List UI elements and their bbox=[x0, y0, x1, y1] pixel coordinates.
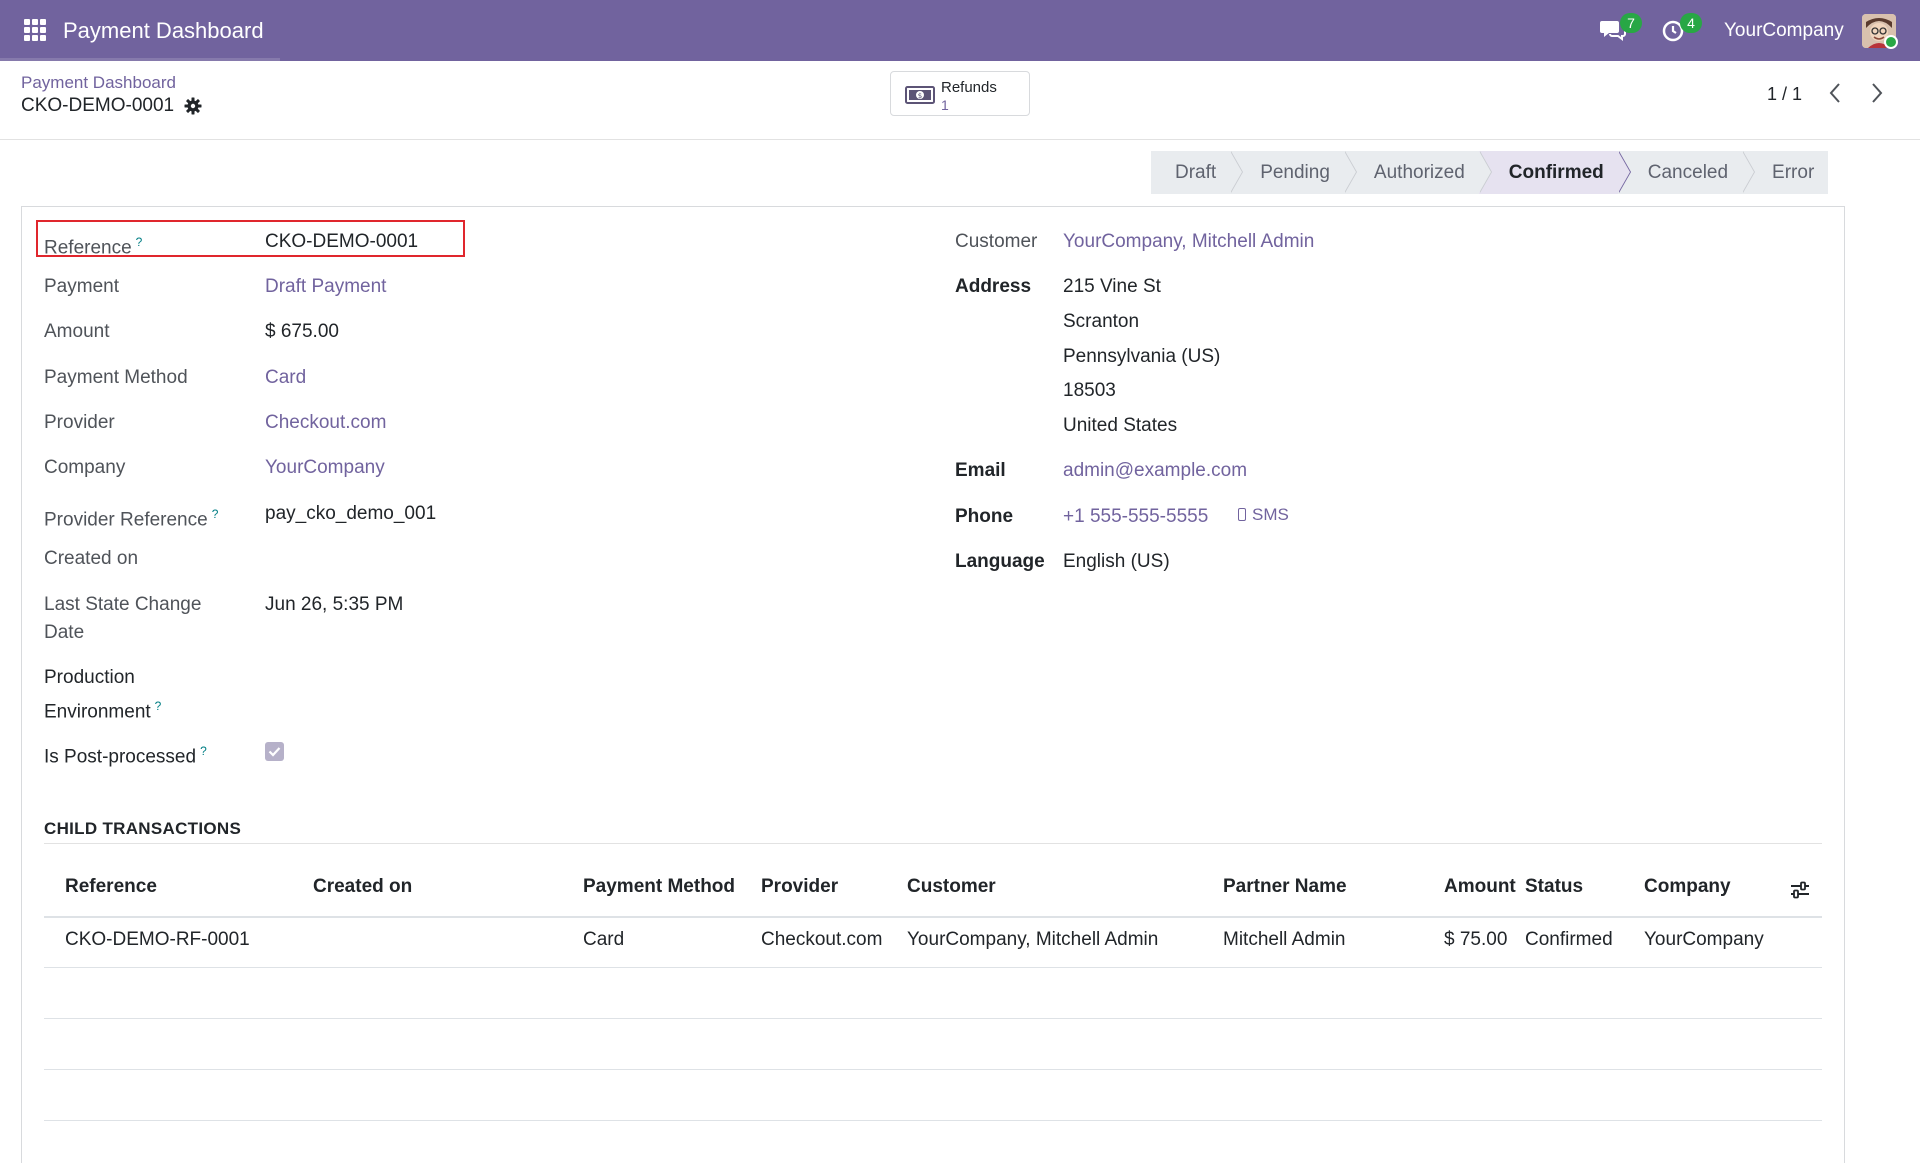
online-status-dot bbox=[1884, 35, 1898, 49]
last-state-change-label: Last State Change Date bbox=[44, 594, 202, 643]
chevron-left-icon[interactable] bbox=[1824, 80, 1846, 106]
created-on-label: Created on bbox=[44, 548, 139, 569]
stage-confirmed[interactable]: Confirmed bbox=[1478, 151, 1631, 194]
column-header-amount[interactable]: Amount bbox=[1444, 876, 1516, 898]
company-switcher[interactable]: YourCompany bbox=[1724, 20, 1844, 42]
payment-method-label: Payment Method bbox=[44, 367, 188, 388]
refunds-count: 1 bbox=[941, 97, 949, 113]
column-header-created-on[interactable]: Created on bbox=[313, 876, 412, 898]
provider-reference-help-icon[interactable]: ? bbox=[212, 507, 219, 521]
column-header-partner-name[interactable]: Partner Name bbox=[1223, 876, 1347, 898]
cell-payment-method: Card bbox=[583, 929, 625, 950]
app-title-underline bbox=[0, 58, 280, 61]
language-value: English (US) bbox=[1063, 551, 1170, 572]
column-header-customer[interactable]: Customer bbox=[907, 876, 996, 898]
child-transactions-title: CHILD TRANSACTIONS bbox=[44, 819, 242, 838]
optional-columns-sliders-icon[interactable] bbox=[1790, 881, 1810, 899]
customer-link[interactable]: YourCompany, Mitchell Admin bbox=[1063, 228, 1314, 256]
company-link[interactable]: YourCompany bbox=[265, 454, 385, 482]
company-label: Company bbox=[44, 457, 126, 478]
column-header-reference[interactable]: Reference bbox=[65, 876, 157, 898]
empty-row-divider bbox=[44, 1069, 1822, 1070]
email-label: Email bbox=[955, 460, 1006, 481]
record-title: CKO-DEMO-0001 bbox=[21, 95, 175, 116]
cell-status: Confirmed bbox=[1525, 929, 1613, 950]
payment-method-link[interactable]: Card bbox=[265, 364, 306, 392]
address-line-state: Pennsylvania (US) bbox=[1063, 346, 1221, 367]
chevron-right-icon[interactable] bbox=[1866, 80, 1888, 106]
post-processed-label: Is Post-processed? bbox=[44, 744, 207, 768]
refunds-smart-button[interactable]: $ Refunds 1 bbox=[890, 71, 1030, 116]
address-line-country: United States bbox=[1063, 415, 1178, 436]
apps-menu-icon[interactable] bbox=[24, 19, 46, 41]
activity-count-badge: 4 bbox=[1680, 13, 1702, 33]
cell-partner-name: Mitchell Admin bbox=[1223, 929, 1346, 950]
stage-draft[interactable]: Draft bbox=[1151, 151, 1244, 194]
cell-customer: YourCompany, Mitchell Admin bbox=[907, 929, 1159, 950]
checkmark-icon bbox=[268, 747, 281, 757]
reference-value[interactable]: CKO-DEMO-0001 bbox=[265, 228, 418, 256]
pager-value[interactable]: 1 / 1 bbox=[1767, 84, 1802, 105]
empty-row-divider bbox=[44, 1018, 1822, 1019]
stage-pending[interactable]: Pending bbox=[1230, 151, 1357, 194]
refunds-label: Refunds bbox=[941, 79, 997, 96]
production-environment-label: Production Environment? bbox=[44, 667, 162, 723]
status-bar: Draft Pending Authorized Confirmed Cance… bbox=[1151, 151, 1829, 194]
phone-link[interactable]: +1 555-555-5555 bbox=[1063, 503, 1208, 531]
stage-authorized[interactable]: Authorized bbox=[1343, 151, 1492, 194]
amount-value: $ 675.00 bbox=[265, 321, 339, 342]
phone-label: Phone bbox=[955, 506, 1014, 527]
provider-label: Provider bbox=[44, 412, 115, 433]
payment-label: Payment bbox=[44, 276, 119, 297]
cell-provider: Checkout.com bbox=[761, 929, 883, 950]
address-line-zip: 18503 bbox=[1063, 380, 1116, 401]
form-sheet bbox=[21, 206, 1845, 1163]
empty-row-divider bbox=[44, 1120, 1822, 1121]
provider-reference-label: Provider Reference? bbox=[44, 507, 219, 531]
address-line-city: Scranton bbox=[1063, 311, 1140, 332]
cell-company: YourCompany bbox=[1644, 929, 1764, 950]
column-header-company[interactable]: Company bbox=[1644, 876, 1731, 898]
sms-button[interactable]: SMS bbox=[1238, 505, 1289, 525]
cell-amount: $ 75.00 bbox=[1444, 929, 1508, 950]
stage-canceled[interactable]: Canceled bbox=[1617, 151, 1756, 194]
address-label: Address bbox=[955, 276, 1032, 297]
production-environment-help-icon[interactable]: ? bbox=[155, 699, 162, 713]
control-panel-divider bbox=[0, 139, 1920, 140]
last-state-change-value: Jun 26, 5:35 PM bbox=[265, 594, 404, 615]
column-header-status[interactable]: Status bbox=[1525, 876, 1583, 898]
gear-icon[interactable] bbox=[184, 97, 202, 115]
cell-reference: CKO-DEMO-RF-0001 bbox=[65, 929, 250, 950]
amount-label: Amount bbox=[44, 321, 110, 342]
reference-help-icon[interactable]: ? bbox=[136, 235, 143, 249]
post-processed-help-icon[interactable]: ? bbox=[200, 744, 207, 758]
provider-reference-value: pay_cko_demo_001 bbox=[265, 503, 437, 524]
app-title[interactable]: Payment Dashboard bbox=[63, 18, 264, 44]
table-header-divider bbox=[44, 916, 1822, 918]
money-icon: $ bbox=[905, 86, 935, 104]
post-processed-checkbox[interactable] bbox=[265, 742, 284, 761]
row-divider bbox=[44, 967, 1822, 968]
column-header-provider[interactable]: Provider bbox=[761, 876, 838, 898]
svg-text:$: $ bbox=[918, 92, 922, 100]
column-header-payment-method[interactable]: Payment Method bbox=[583, 876, 735, 898]
mobile-phone-icon bbox=[1238, 508, 1246, 521]
address-line-street: 215 Vine St bbox=[1063, 276, 1161, 297]
chat-count-badge: 7 bbox=[1620, 13, 1642, 33]
provider-link[interactable]: Checkout.com bbox=[265, 409, 386, 437]
section-divider bbox=[44, 843, 1822, 844]
email-link[interactable]: admin@example.com bbox=[1063, 457, 1247, 485]
language-label: Language bbox=[955, 551, 1045, 572]
sms-label: SMS bbox=[1252, 505, 1289, 524]
breadcrumb-payment-dashboard[interactable]: Payment Dashboard bbox=[21, 73, 176, 93]
reference-label: Reference? bbox=[44, 235, 143, 259]
customer-label: Customer bbox=[955, 231, 1038, 252]
payment-link[interactable]: Draft Payment bbox=[265, 273, 386, 301]
